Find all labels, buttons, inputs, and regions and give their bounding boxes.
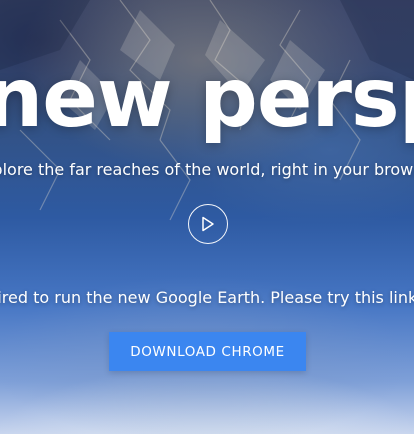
- browser-requirement-notice: uired to run the new Google Earth. Pleas…: [0, 288, 414, 307]
- hero-section: a new perspe plore the far reaches of th…: [0, 0, 414, 434]
- hero-subline: plore the far reaches of the world, righ…: [0, 160, 414, 179]
- download-chrome-button[interactable]: DOWNLOAD CHROME: [109, 332, 306, 371]
- hero-headline: a new perspe: [0, 51, 414, 146]
- play-icon: [202, 216, 214, 232]
- play-video-button[interactable]: [188, 204, 228, 244]
